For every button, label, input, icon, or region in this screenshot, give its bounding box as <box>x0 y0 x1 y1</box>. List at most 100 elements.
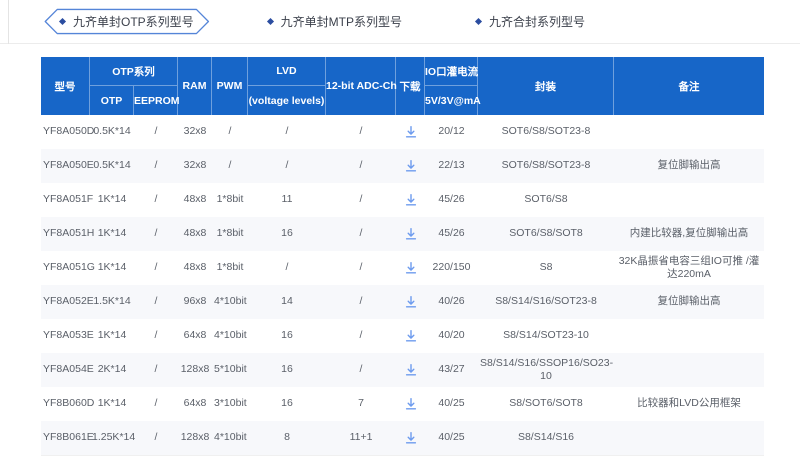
table-row: YF8A053E 1K*14 / 64x8 4*10bit 16 / 40/20… <box>41 319 764 353</box>
download-cell <box>396 115 425 149</box>
pwm-cell: / <box>212 149 248 183</box>
otp-cell: 1K*14 <box>90 217 134 251</box>
otp-cell: 1.5K*14 <box>90 285 134 319</box>
download-icon[interactable] <box>404 125 418 139</box>
ram-cell: 64x8 <box>178 387 212 421</box>
io-cell: 22/13 <box>425 149 478 183</box>
col-header-package: 封装 <box>478 57 614 115</box>
adc-cell: / <box>326 251 396 285</box>
remark-cell: 复位脚输出高 <box>614 285 764 319</box>
lvd-cell: 16 <box>248 353 326 387</box>
lvd-cell: 16 <box>248 387 326 421</box>
remark-cell: 复位脚输出高 <box>614 149 764 183</box>
model-cell: YF8A051H <box>41 217 90 251</box>
col-header-io-group: IO口灌电流 <box>425 57 478 86</box>
remark-cell: 内建比较器,复位脚输出高 <box>614 217 764 251</box>
package-cell: SOT6/S8/SOT23-8 <box>478 149 614 183</box>
table-row: YF8A051G 1K*14 / 48x8 1*8bit / / 220/150… <box>41 251 764 285</box>
eeprom-cell: / <box>134 251 178 285</box>
table-row: YF8A051F 1K*14 / 48x8 1*8bit 11 / 45/26 … <box>41 183 764 217</box>
download-icon[interactable] <box>404 329 418 343</box>
model-cell: YF8B060D <box>41 387 90 421</box>
adc-cell: / <box>326 217 396 251</box>
pwm-cell: 4*10bit <box>212 421 248 455</box>
table-row: YF8B060D 1K*14 / 64x8 3*10bit 16 7 40/25… <box>41 387 764 421</box>
table-row: YF8A051H 1K*14 / 48x8 1*8bit 16 / 45/26 … <box>41 217 764 251</box>
remark-cell <box>614 183 764 217</box>
tab-otp-series[interactable]: 九齐单封OTP系列型号 <box>44 8 210 35</box>
download-icon[interactable] <box>404 431 418 445</box>
download-icon[interactable] <box>404 159 418 173</box>
download-icon[interactable] <box>404 295 418 309</box>
download-icon[interactable] <box>404 193 418 207</box>
tab-combined-series[interactable]: 九齐合封系列型号 <box>460 8 601 35</box>
model-cell: YF8B061E <box>41 421 90 455</box>
diamond-bullet-icon <box>475 18 482 25</box>
eeprom-cell: / <box>134 183 178 217</box>
package-cell: S8/S14/SOT23-10 <box>478 319 614 353</box>
io-cell: 20/12 <box>425 115 478 149</box>
package-cell: S8/S14/S16/SSOP16/SO23-10 <box>478 353 614 387</box>
io-cell: 45/26 <box>425 183 478 217</box>
model-cell: YF8A051F <box>41 183 90 217</box>
pwm-cell: 4*10bit <box>212 319 248 353</box>
model-cell: YF8A054E <box>41 353 90 387</box>
col-header-model: 型号 <box>41 57 90 115</box>
tab-label: 九齐单封MTP系列型号 <box>281 13 402 30</box>
eeprom-cell: / <box>134 387 178 421</box>
col-header-remark: 备注 <box>614 57 764 115</box>
pwm-cell: 3*10bit <box>212 387 248 421</box>
download-cell <box>396 387 425 421</box>
ram-cell: 48x8 <box>178 251 212 285</box>
download-icon[interactable] <box>404 363 418 377</box>
table-row: YF8B061E 1.25K*14 / 128x8 4*10bit 8 11+1… <box>41 421 764 455</box>
table-header: 型号 OTP系列 RAM PWM LVD 12-bit ADC-Ch 下载 IO… <box>41 57 764 115</box>
adc-cell: / <box>326 353 396 387</box>
download-icon[interactable] <box>404 227 418 241</box>
eeprom-cell: / <box>134 115 178 149</box>
chip-spec-table: 型号 OTP系列 RAM PWM LVD 12-bit ADC-Ch 下载 IO… <box>41 57 764 456</box>
download-icon[interactable] <box>404 397 418 411</box>
lvd-cell: 8 <box>248 421 326 455</box>
col-header-adc: 12-bit ADC-Ch <box>326 57 396 115</box>
col-header-lvd-sub: (voltage levels) <box>248 86 326 115</box>
download-cell <box>396 183 425 217</box>
table-row: YF8A052E 1.5K*14 / 96x8 4*10bit 14 / 40/… <box>41 285 764 319</box>
io-cell: 40/25 <box>425 387 478 421</box>
adc-cell: / <box>326 285 396 319</box>
table-row: YF8A050D 0.5K*14 / 32x8 / / / 20/12 SOT6… <box>41 115 764 149</box>
otp-cell: 1K*14 <box>90 387 134 421</box>
remark-cell: 比较器和LVD公用框架 <box>614 387 764 421</box>
otp-cell: 0.5K*14 <box>90 115 134 149</box>
lvd-cell: / <box>248 115 326 149</box>
pwm-cell: 1*8bit <box>212 183 248 217</box>
lvd-cell: / <box>248 251 326 285</box>
model-cell: YF8A050E <box>41 149 90 183</box>
pwm-cell: / <box>212 115 248 149</box>
download-cell <box>396 149 425 183</box>
col-header-lvd: LVD <box>248 57 326 86</box>
otp-cell: 1K*14 <box>90 251 134 285</box>
remark-cell: 32K晶振省电容三组IO可推 /灌达220mA <box>614 251 764 285</box>
lvd-cell: 16 <box>248 319 326 353</box>
package-cell: S8/S14/S16 <box>478 421 614 455</box>
pwm-cell: 4*10bit <box>212 285 248 319</box>
remark-cell <box>614 319 764 353</box>
remark-cell <box>614 353 764 387</box>
ram-cell: 128x8 <box>178 353 212 387</box>
io-cell: 40/26 <box>425 285 478 319</box>
io-cell: 40/20 <box>425 319 478 353</box>
left-edge-divider <box>8 0 9 44</box>
download-cell <box>396 421 425 455</box>
ram-cell: 128x8 <box>178 421 212 455</box>
tab-mtp-series[interactable]: 九齐单封MTP系列型号 <box>252 8 418 35</box>
tab-label: 九齐合封系列型号 <box>489 13 585 30</box>
table-row: YF8A054E 2K*14 / 128x8 5*10bit 16 / 43/2… <box>41 353 764 387</box>
remark-cell <box>614 421 764 455</box>
col-header-ram: RAM <box>178 57 212 115</box>
table-body: YF8A050D 0.5K*14 / 32x8 / / / 20/12 SOT6… <box>41 115 764 455</box>
download-icon[interactable] <box>404 261 418 275</box>
lvd-cell: / <box>248 149 326 183</box>
eeprom-cell: / <box>134 319 178 353</box>
download-cell <box>396 217 425 251</box>
